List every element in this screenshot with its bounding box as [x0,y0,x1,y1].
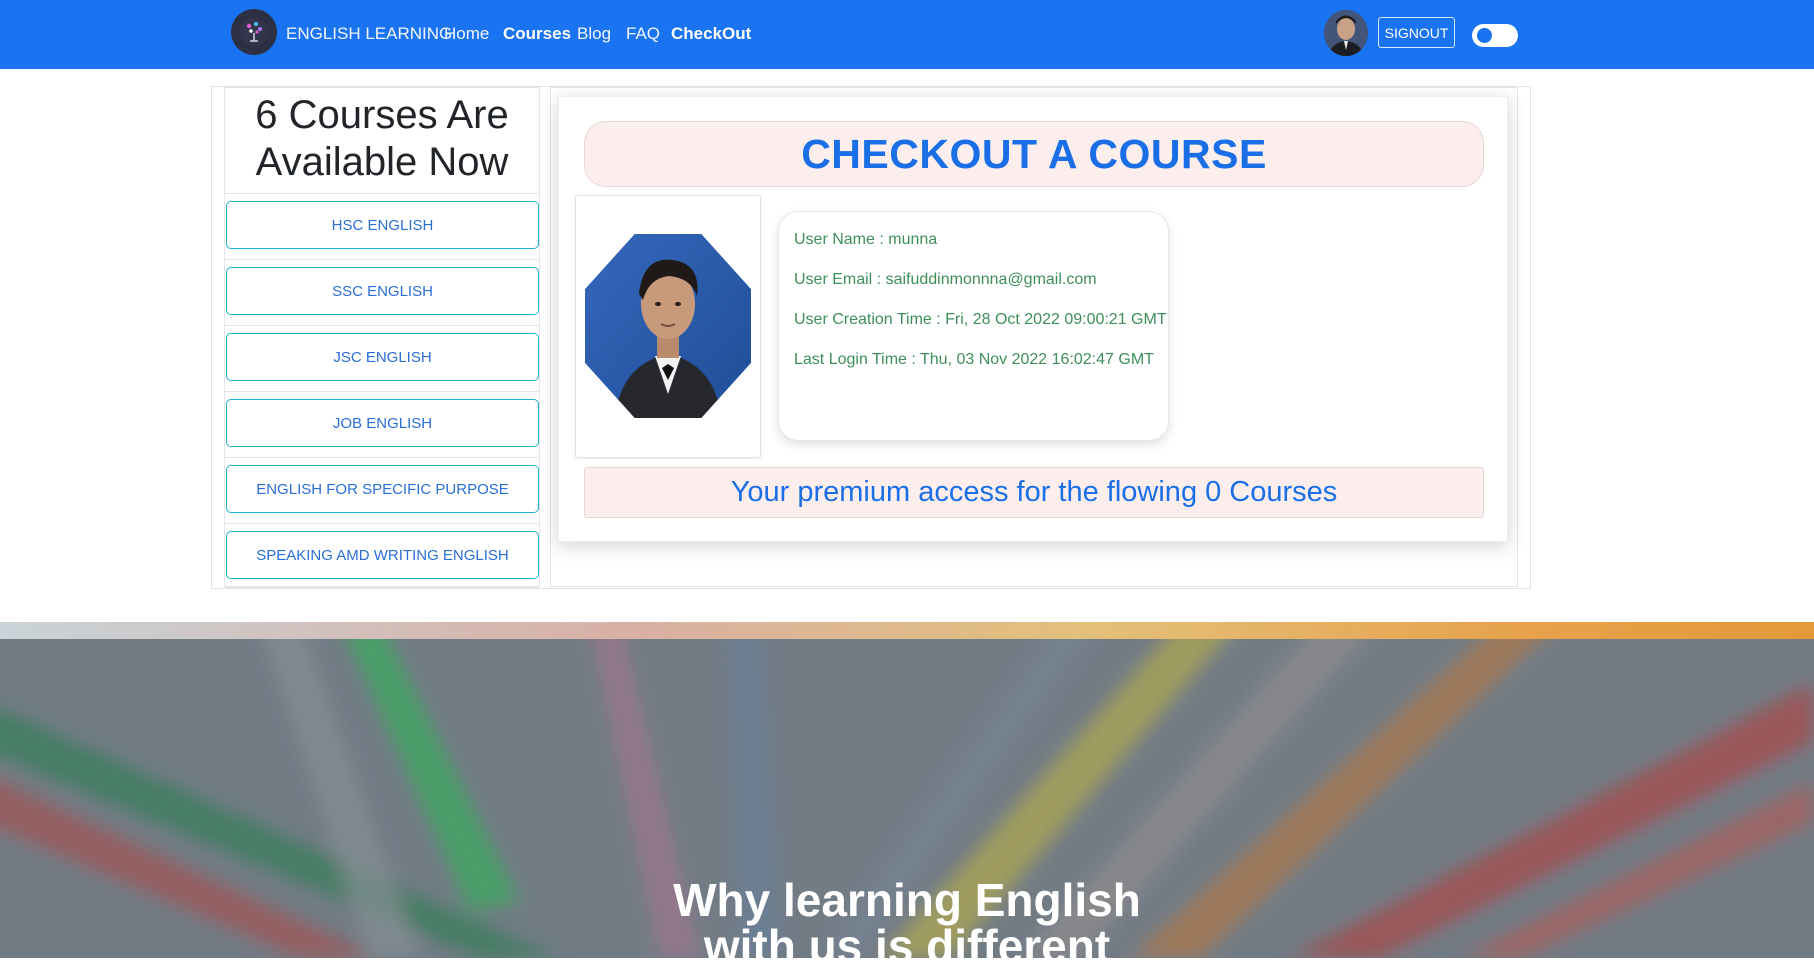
toggle-knob [1476,27,1493,44]
heading-line-1: 6 Courses Are [255,93,509,137]
course-button-hsc[interactable]: HSC ENGLISH [226,201,539,249]
course-button-jsc[interactable]: JSC ENGLISH [226,333,539,381]
last-login-time-text: Last Login Time : Thu, 03 Nov 2022 16:02… [794,351,1154,368]
profile-photo [585,234,751,418]
brand-name[interactable]: ENGLISH LEARNING [286,24,452,44]
course-button-speaking-writing[interactable]: SPEAKING AMD WRITING ENGLISH [226,531,539,579]
user-email-text: User Email : saifuddinmonnna@gmail.com [794,271,1097,288]
nav-home[interactable]: Home [444,24,489,44]
nav-checkout[interactable]: CheckOut [671,24,751,44]
user-avatar[interactable] [1324,10,1368,56]
divider [225,391,539,392]
divider [225,523,539,524]
user-name-text: User Name : munna [794,231,938,248]
hero-title-line-1: Why learning English [673,874,1141,926]
divider [225,193,539,194]
premium-access-banner: Your premium access for the flowing 0 Co… [584,467,1484,518]
user-creation-time-text: User Creation Time : Fri, 28 Oct 2022 09… [794,311,1167,328]
hero-title-line-2: with us is different [703,920,1111,972]
nav-courses[interactable]: Courses [503,24,571,44]
course-button-esp[interactable]: ENGLISH FOR SPECIFIC PURPOSE [226,465,539,513]
divider [225,259,539,260]
navbar: ENGLISH LEARNING Home Courses Blog FAQ C… [0,0,1814,69]
courses-count-heading: 6 Courses Are Available Now [224,92,540,186]
hero-title: Why learning English with us is differen… [0,877,1814,969]
signout-button[interactable]: SIGNOUT [1378,17,1455,48]
checkout-title: CHECKOUT A COURSE [584,121,1484,187]
heading-line-2: Available Now [255,140,509,184]
divider [225,325,539,326]
course-button-ssc[interactable]: SSC ENGLISH [226,267,539,315]
course-button-job[interactable]: JOB ENGLISH [226,399,539,447]
divider [225,587,539,588]
nav-blog[interactable]: Blog [577,24,611,44]
divider [225,457,539,458]
brand-logo-icon[interactable] [231,9,277,55]
nav-faq[interactable]: FAQ [626,24,660,44]
theme-toggle-switch[interactable] [1472,24,1518,47]
